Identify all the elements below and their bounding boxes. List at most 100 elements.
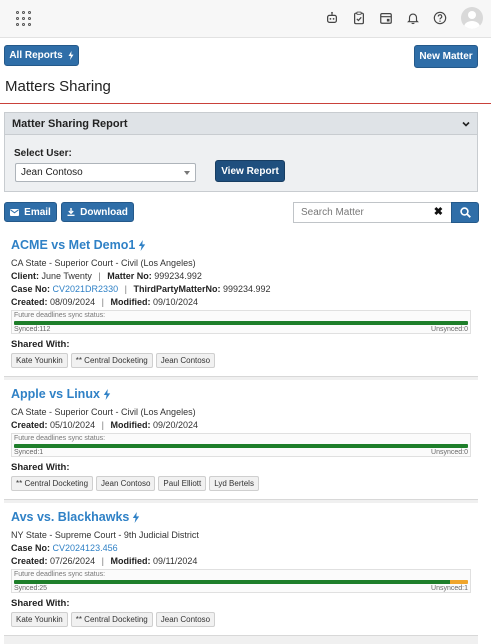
- report-panel: Matter Sharing Report Select User: Jean …: [4, 112, 478, 192]
- matter-title[interactable]: ACME vs Met Demo1: [11, 238, 471, 252]
- client-line: Client: June Twenty | Matter No: 999234.…: [11, 271, 471, 281]
- shared-with-tags: Kate Younkin ** Central Docketing Jean C…: [11, 612, 471, 627]
- unsynced-fill: [449, 580, 468, 584]
- sync-status-label: Future deadlines sync status:: [14, 571, 106, 578]
- shared-user-tag: Jean Contoso: [155, 353, 216, 368]
- synced-count: Synced:25: [14, 585, 48, 592]
- shared-user-tag: Jean Contoso: [155, 612, 216, 627]
- bell-icon[interactable]: [405, 11, 420, 26]
- dates-line: Created: 07/26/2024 | Modified: 09/11/20…: [11, 556, 471, 566]
- shared-with-label: Shared With:: [11, 598, 70, 609]
- sync-status: Future deadlines sync status: Synced:1 U…: [11, 433, 471, 457]
- matter-court: NY State - Supreme Court - 9th Judicial …: [11, 530, 199, 540]
- sync-status: Future deadlines sync status: Synced:112…: [11, 310, 471, 334]
- dropdown-caret-icon: [184, 170, 190, 175]
- created-value: 05/10/2024: [50, 420, 96, 430]
- synced-count: Synced:1: [14, 449, 44, 456]
- separator: |: [101, 297, 104, 307]
- download-label: Download: [80, 206, 128, 218]
- matter-title-text: ACME vs Met Demo1: [11, 238, 136, 252]
- search-input[interactable]: [293, 202, 451, 223]
- shared-with-label: Shared With:: [11, 339, 70, 350]
- matter-card: Apple vs Linux CA State - Superior Court…: [4, 380, 478, 500]
- view-report-button[interactable]: View Report: [215, 160, 285, 182]
- case-line: Case No: CV2021DR2330 | ThirdPartyMatter…: [11, 284, 471, 294]
- download-button[interactable]: Download: [61, 202, 134, 222]
- created-value: 07/26/2024: [50, 556, 96, 566]
- modified-value: 09/20/2024: [152, 420, 199, 430]
- third-party-matter-no-value: 999234.992: [222, 284, 271, 294]
- client-value: June Twenty: [41, 271, 92, 281]
- view-report-label: View Report: [221, 165, 279, 177]
- unsynced-count: Unsynced:1: [431, 585, 468, 592]
- bolt-icon: [139, 239, 146, 251]
- new-matter-button[interactable]: New Matter: [414, 45, 478, 68]
- top-icons: [324, 6, 483, 30]
- sync-status-label: Future deadlines sync status:: [14, 312, 106, 319]
- all-reports-button[interactable]: All Reports: [4, 45, 79, 66]
- third-party-matter-no-label: ThirdPartyMatterNo:: [133, 284, 221, 294]
- created-label: Created:: [11, 420, 48, 430]
- clipboard-check-icon[interactable]: [351, 11, 366, 26]
- search-bar: ✖: [293, 202, 479, 223]
- created-value: 08/09/2024: [50, 297, 96, 307]
- case-no-link[interactable]: CV2021DR2330: [53, 284, 119, 294]
- selected-user-value: Jean Contoso: [21, 167, 83, 178]
- shared-with-tags: ** Central Docketing Jean Contoso Paul E…: [11, 476, 471, 491]
- synced-fill: [14, 321, 468, 325]
- modified-value: 09/11/2024: [152, 556, 198, 566]
- shared-user-tag: Jean Contoso: [96, 476, 156, 491]
- download-icon: [67, 208, 75, 216]
- matter-title[interactable]: Avs vs. Blackhawks: [11, 510, 471, 524]
- case-no-link[interactable]: CV2024123.456: [53, 543, 118, 553]
- shared-user-tag: Paul Elliott: [158, 476, 207, 491]
- case-line: Case No: CV2024123.456: [11, 543, 471, 553]
- matter-no-value: 999234.992: [154, 271, 202, 281]
- synced-fill: [14, 580, 450, 584]
- modified-label: Modified:: [110, 297, 151, 307]
- chevron-down-icon[interactable]: [461, 119, 471, 129]
- matter-title-text: Avs vs. Blackhawks: [11, 510, 130, 524]
- unsynced-count: Unsynced:0: [431, 449, 468, 456]
- shared-user-tag: Kate Younkin: [11, 612, 68, 627]
- search-button[interactable]: [451, 202, 479, 223]
- matter-card: ACME vs Met Demo1 CA State - Superior Co…: [4, 231, 478, 377]
- email-label: Email: [24, 206, 51, 218]
- sync-progress-bar: [14, 580, 468, 584]
- created-label: Created:: [11, 297, 48, 307]
- shared-with-tags: Kate Younkin ** Central Docketing Jean C…: [11, 353, 471, 368]
- matter-court: CA State - Superior Court - Civil (Los A…: [11, 407, 196, 417]
- shared-user-tag: ** Central Docketing: [70, 353, 153, 368]
- envelope-icon: [10, 208, 20, 216]
- bolt-icon: [133, 511, 140, 523]
- help-icon[interactable]: [432, 11, 447, 26]
- matter-card: Avs vs. Blackhawks NY State - Supreme Co…: [4, 503, 478, 636]
- robot-icon[interactable]: [324, 11, 339, 26]
- shared-with-label: Shared With:: [11, 462, 70, 473]
- matter-list: ACME vs Met Demo1 CA State - Superior Co…: [4, 231, 478, 644]
- clear-search-icon[interactable]: ✖: [434, 205, 443, 218]
- separator: |: [124, 284, 127, 294]
- select-user-dropdown[interactable]: Jean Contoso: [15, 163, 196, 182]
- client-label: Client:: [11, 271, 39, 281]
- email-button[interactable]: Email: [4, 202, 57, 222]
- matter-title[interactable]: Apple vs Linux: [11, 387, 471, 401]
- report-panel-header[interactable]: Matter Sharing Report: [5, 113, 477, 135]
- dates-line: Created: 08/09/2024 | Modified: 09/10/20…: [11, 297, 471, 307]
- synced-count: Synced:112: [14, 326, 51, 333]
- synced-fill: [14, 444, 468, 448]
- app-launcher-icon[interactable]: [16, 11, 32, 27]
- sync-counts: Synced:112 Unsynced:0: [13, 326, 469, 333]
- modified-label: Modified:: [110, 556, 151, 566]
- shared-user-tag: ** Central Docketing: [70, 612, 153, 627]
- search-icon: [459, 207, 471, 218]
- matter-court: CA State - Superior Court - Civil (Los A…: [11, 258, 196, 268]
- top-bar: [0, 0, 491, 38]
- modified-label: Modified:: [110, 420, 151, 430]
- case-no-label: Case No:: [11, 284, 51, 294]
- matter-title-text: Apple vs Linux: [11, 387, 100, 401]
- shared-user-tag: ** Central Docketing: [11, 476, 94, 491]
- modified-value: 09/10/2024: [152, 297, 199, 307]
- calendar-icon[interactable]: [378, 11, 393, 26]
- user-avatar-icon[interactable]: [461, 7, 483, 29]
